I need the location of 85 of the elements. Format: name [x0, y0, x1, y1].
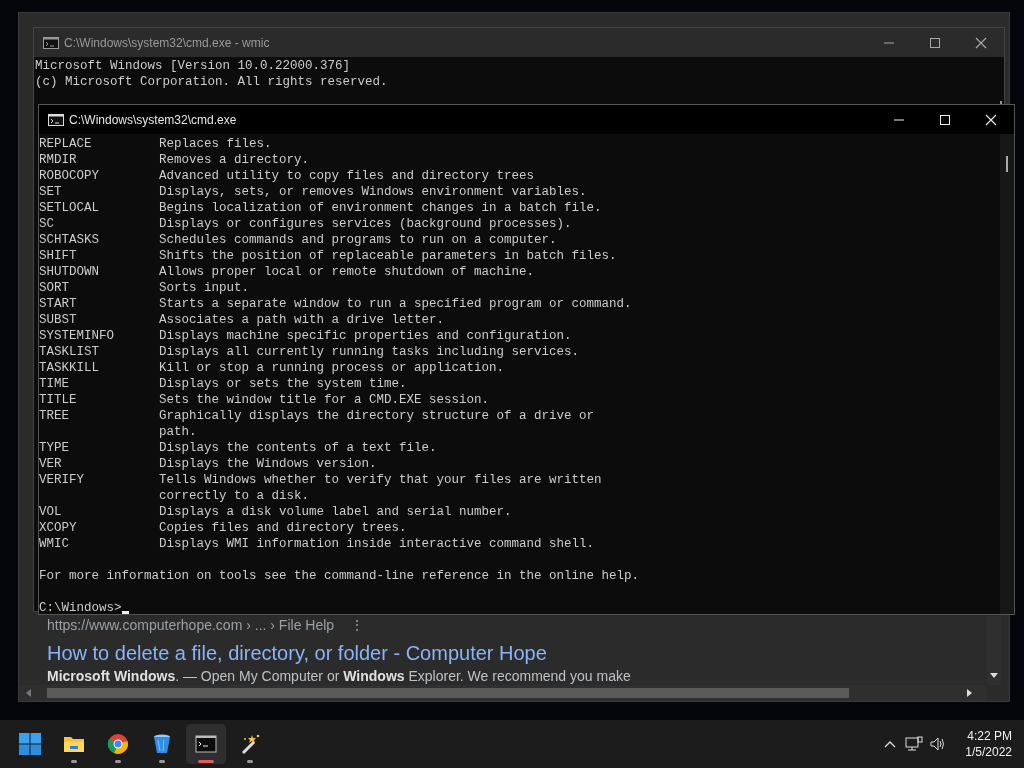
command-name: SCHTASKS [39, 232, 100, 248]
command-description: Replaces files. [159, 136, 272, 152]
command-name: TREE [39, 408, 70, 425]
taskbar-button[interactable] [186, 724, 226, 764]
command-description: Displays or configures services (background processes). [159, 216, 572, 232]
command-name: RMDIR [39, 152, 78, 168]
window-title: C:\Windows\system32\cmd.exe - wmic [64, 34, 270, 52]
command-description: Copies files and directory trees. [159, 520, 407, 536]
console-icon [48, 113, 64, 126]
command-name: XCOPY [39, 520, 78, 536]
recycle-bin-icon [151, 733, 173, 755]
magic-wand-icon [239, 733, 261, 755]
command-prompt: C:\Windows> [39, 600, 122, 616]
close-icon [984, 113, 998, 126]
close-icon [974, 36, 988, 49]
command-name: TYPE [39, 440, 70, 456]
console-line: For more information on tools see the command-line reference in the online help. [39, 568, 641, 584]
command-description: Sorts input. [159, 280, 249, 296]
command-name: SUBST [39, 312, 78, 328]
command-description: Associates a path with a drive letter. [159, 312, 445, 328]
command-description: Displays or sets the system time. [159, 376, 407, 392]
scrollbar-thumb[interactable] [47, 688, 849, 698]
speaker-icon [930, 737, 947, 751]
horizontal-scrollbar[interactable] [19, 685, 987, 701]
command-description: Tells Windows whether to verify that your files are written correctly to a disk. [159, 472, 602, 504]
scroll-left-icon[interactable] [25, 689, 31, 697]
clock-date: 1/5/2022 [965, 744, 1012, 760]
chrome-icon [107, 733, 129, 755]
maximize-icon [938, 113, 952, 126]
command-description: Begins localization of environment changes in a batch file. [159, 200, 602, 216]
command-description: Shifts the position of replaceable parameters in batch files. [159, 248, 617, 264]
command-name: START [39, 296, 78, 312]
command-description: Displays, sets, or removes Windows environment variables. [159, 184, 587, 200]
result-url[interactable]: https://www.computerhope.com › ... › File Help [47, 614, 335, 636]
command-description: Displays the contents of a text file. [159, 440, 437, 456]
command-name: WMIC [39, 536, 70, 552]
command-description: Advanced utility to copy files and directory trees [159, 168, 535, 184]
console-line: Microsoft Windows [Version 10.0.22000.376] [35, 58, 352, 74]
scroll-right-icon[interactable] [967, 689, 973, 697]
command-description: Displays a disk volume label and serial number. [159, 504, 512, 520]
command-name: VER [39, 456, 63, 472]
command-name: VERIFY [39, 472, 85, 489]
clock-time: 4:22 PM [967, 728, 1012, 744]
command-name: SYSTEMINFO [39, 328, 115, 344]
console-icon [43, 36, 59, 49]
command-description: Allows proper local or remote shutdown of machine. [159, 264, 535, 280]
command-description: Kill or stop a running process or application. [159, 360, 505, 376]
console-line: (c) Microsoft Corporation. All rights reserved. [35, 74, 389, 90]
command-name: TASKKILL [39, 360, 100, 376]
command-name: TIME [39, 376, 70, 392]
command-description: Displays all currently running tasks including services. [159, 344, 580, 360]
scrollbar-thumb[interactable] [1006, 156, 1008, 172]
terminal-icon [195, 733, 217, 755]
maximize-icon [928, 36, 942, 49]
command-name: REPLACE [39, 136, 93, 152]
result-link[interactable]: How to delete a file, directory, or folder - Computer Hope [47, 640, 631, 666]
more-options-button[interactable]: ⋮ [350, 614, 365, 636]
command-description: Sets the window title for a CMD.EXE session. [159, 392, 490, 408]
command-name: SETLOCAL [39, 200, 100, 216]
window-title: C:\Windows\system32\cmd.exe [69, 111, 237, 129]
command-name: TASKLIST [39, 344, 100, 360]
command-description: Removes a directory. [159, 152, 310, 168]
command-name: SET [39, 184, 63, 200]
command-description: Displays machine specific properties and configuration. [159, 328, 572, 344]
command-name: TITLE [39, 392, 78, 408]
start-icon [19, 733, 41, 755]
command-description: Starts a separate window to run a specified program or command. [159, 296, 632, 312]
command-name: SHIFT [39, 248, 78, 264]
vertical-scrollbar[interactable] [1000, 134, 1014, 614]
clock-button[interactable]: 4:22 PM 1/5/2022 [965, 728, 1012, 760]
network-icon [905, 736, 924, 752]
command-name: VOL [39, 504, 63, 520]
vertical-scrollbar[interactable] [987, 616, 1001, 685]
result-snippet: Microsoft Windows. — Open My Computer or Windows Explorer. We recommend you make [47, 669, 631, 683]
command-name: SC [39, 216, 55, 232]
command-name: SHUTDOWN [39, 264, 100, 280]
command-description: Schedules commands and programs to run on a computer. [159, 232, 557, 248]
command-name: ROBOCOPY [39, 168, 100, 184]
command-description: Displays WMI information inside interactive command shell. [159, 536, 595, 552]
text-cursor [121, 611, 129, 614]
command-description: Displays the Windows version. [159, 456, 377, 472]
scroll-down-icon[interactable] [990, 673, 998, 679]
chevron-up-icon [884, 740, 897, 748]
command-description: Graphically displays the directory structure of a drive or path. [159, 408, 595, 440]
command-name: SORT [39, 280, 70, 296]
